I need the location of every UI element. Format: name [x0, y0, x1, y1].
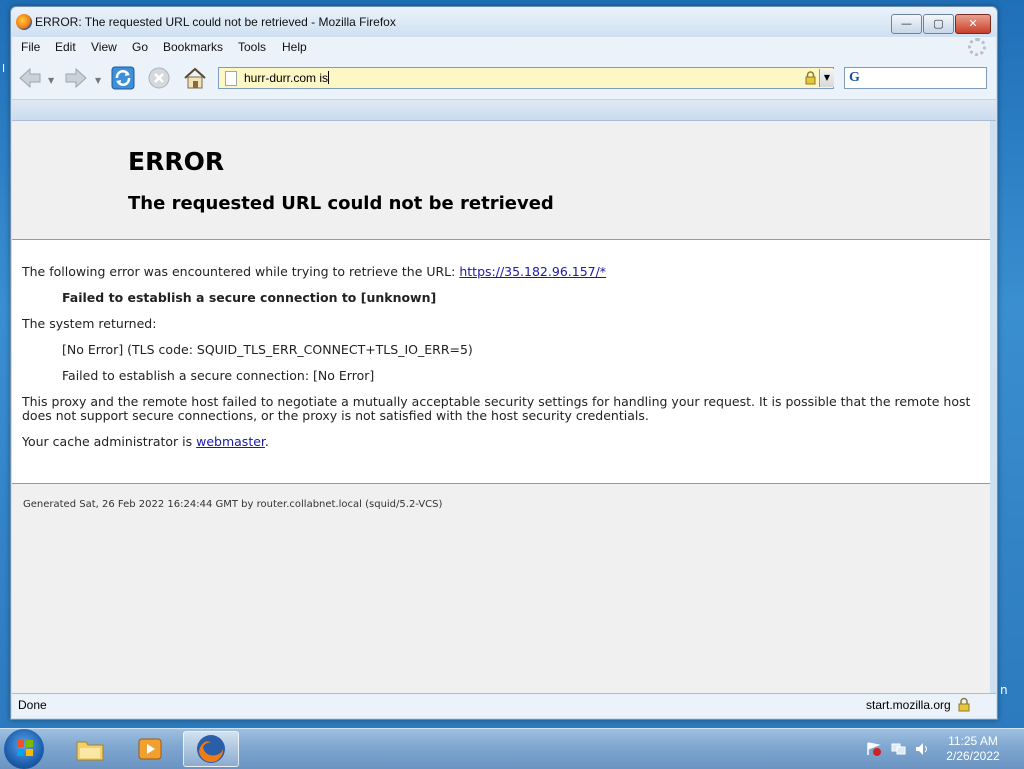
cache-admin-line: Your cache administrator is webmaster.	[22, 435, 269, 449]
firefox-icon	[197, 735, 225, 763]
stop-icon	[148, 67, 170, 89]
generated-footer: Generated Sat, 26 Feb 2022 16:24:44 GMT …	[23, 499, 443, 510]
menu-go[interactable]: Go	[132, 40, 148, 54]
url-input[interactable]: hurr-durr.com is	[244, 71, 330, 85]
back-button[interactable]	[16, 65, 44, 91]
error-intro-text: The following error was encountered whil…	[22, 264, 460, 279]
clock-date: 2/26/2022	[946, 749, 1000, 763]
firefox-window: ERROR: The requested URL could not be re…	[10, 6, 998, 720]
text-cursor	[328, 71, 330, 84]
cache-admin-period: .	[264, 434, 269, 449]
menu-file[interactable]: File	[21, 40, 40, 54]
page-content: ERROR The requested URL could not be ret…	[12, 121, 990, 693]
home-button[interactable]	[181, 65, 209, 91]
menu-tools[interactable]: Tools	[238, 40, 266, 54]
error-body: The following error was encountered whil…	[12, 240, 990, 484]
clock-time: 11:25 AM	[948, 734, 998, 748]
menu-help[interactable]: Help	[282, 40, 307, 54]
back-history-dropdown[interactable]: ▼	[48, 76, 54, 85]
security-padlock-icon[interactable]	[958, 697, 970, 712]
search-bar[interactable]: G	[844, 67, 987, 89]
windows-logo-icon	[17, 740, 33, 756]
volume-icon[interactable]	[915, 742, 930, 756]
requested-url-link[interactable]: https://35.182.96.157/*	[459, 264, 606, 279]
back-arrow-icon	[19, 67, 41, 89]
url-text-value: hurr-durr.com is	[244, 71, 329, 85]
navigation-toolbar: ▼ ▼ hurr-durr.com is ▼ G	[12, 59, 996, 100]
error-title: ERROR	[128, 147, 225, 176]
taskbar-media-player[interactable]	[122, 731, 178, 767]
home-icon	[184, 67, 206, 89]
url-history-dropdown[interactable]: ▼	[819, 69, 834, 87]
error-summary: Failed to establish a secure connection …	[62, 291, 436, 305]
system-returned-label: The system returned:	[22, 316, 157, 331]
error-explanation: This proxy and the remote host failed to…	[22, 394, 971, 423]
desktop-edge-text: l	[2, 62, 6, 75]
google-search-engine-icon[interactable]: G	[849, 70, 865, 86]
media-player-icon	[138, 738, 162, 760]
action-center-icon[interactable]	[866, 742, 881, 756]
status-host: start.mozilla.org	[866, 698, 951, 712]
error-subtitle: The requested URL could not be retrieved	[128, 193, 554, 214]
maximize-button[interactable]: ▢	[923, 14, 954, 34]
activity-throbber-icon	[968, 38, 986, 56]
taskbar: 11:25 AM 2/26/2022	[0, 728, 1024, 769]
firefox-icon	[16, 14, 32, 30]
error-summary-text: Failed to establish a secure connection …	[62, 290, 437, 305]
window-title: ERROR: The requested URL could not be re…	[35, 15, 396, 29]
menu-view[interactable]: View	[91, 40, 117, 54]
forward-history-dropdown[interactable]: ▼	[95, 76, 101, 85]
title-bar[interactable]: ERROR: The requested URL could not be re…	[11, 7, 997, 37]
menu-bar: File Edit View Go Bookmarks Tools Help	[12, 37, 996, 59]
system-error-detail: [No Error] (TLS code: SQUID_TLS_ERR_CONN…	[62, 342, 473, 357]
reload-button[interactable]	[109, 65, 137, 91]
bookmarks-toolbar	[12, 100, 996, 121]
minimize-button[interactable]: —	[891, 14, 922, 34]
system-error-message: Failed to establish a secure connection:…	[62, 368, 375, 383]
forward-button[interactable]	[62, 65, 90, 91]
close-button[interactable]: ✕	[955, 14, 991, 34]
status-bar: Done start.mozilla.org	[12, 693, 996, 718]
padlock-icon	[805, 71, 816, 85]
taskbar-explorer[interactable]	[62, 731, 118, 767]
folder-icon	[76, 741, 104, 761]
page-icon	[225, 71, 237, 86]
stop-button[interactable]	[145, 65, 173, 91]
system-clock[interactable]: 11:25 AM 2/26/2022	[940, 734, 1006, 764]
status-text: Done	[18, 698, 47, 712]
error-header: ERROR The requested URL could not be ret…	[12, 121, 990, 240]
network-icon[interactable]	[891, 742, 906, 756]
desktop-edge-text-right: n	[1000, 683, 1008, 697]
forward-arrow-icon	[65, 67, 87, 89]
error-intro: The following error was encountered whil…	[22, 265, 606, 279]
reload-icon	[111, 66, 135, 90]
start-button[interactable]	[4, 729, 44, 769]
menu-bookmarks[interactable]: Bookmarks	[163, 40, 223, 54]
taskbar-firefox[interactable]	[183, 731, 239, 767]
webmaster-link[interactable]: webmaster	[196, 434, 265, 449]
cache-admin-text: Your cache administrator is	[22, 434, 197, 449]
url-bar[interactable]: hurr-durr.com is ▼	[218, 67, 834, 89]
menu-edit[interactable]: Edit	[55, 40, 76, 54]
